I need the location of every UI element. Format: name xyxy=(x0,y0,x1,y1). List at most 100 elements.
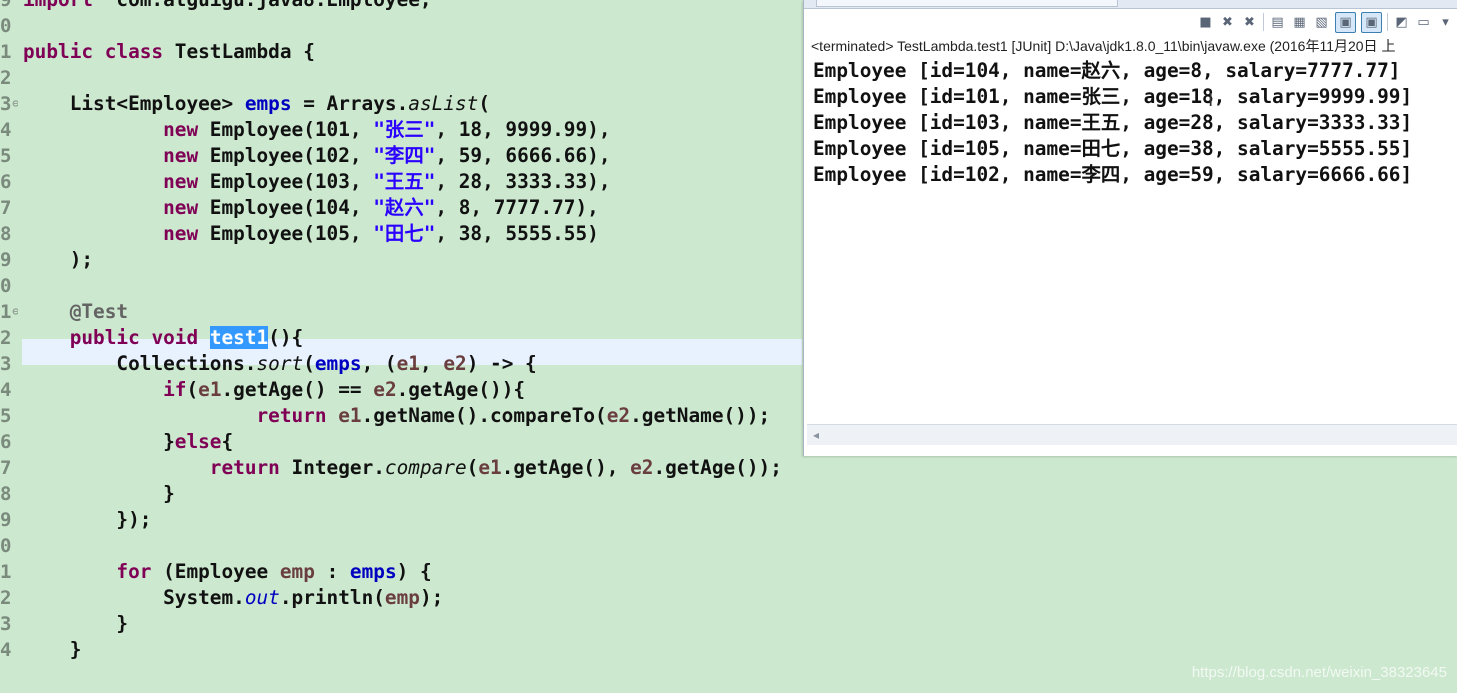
code-token: new xyxy=(163,222,199,245)
pin-console-icon[interactable]: ◩ xyxy=(1393,14,1410,31)
code-token: emps xyxy=(349,560,397,583)
code-token: ); xyxy=(23,248,94,271)
line-number: 5 xyxy=(0,405,12,427)
code-token: sort xyxy=(256,352,304,375)
line-number: 2 xyxy=(0,327,12,349)
line-number: 8 xyxy=(0,483,12,505)
code-token: ) -> { xyxy=(466,352,537,375)
code-line[interactable]: for (Employee emp : emps) { xyxy=(23,559,431,585)
code-token: Employee(104, xyxy=(198,196,374,219)
code-line[interactable]: public class TestLambda { xyxy=(23,39,315,65)
code-token: import xyxy=(23,0,93,11)
code-token: System. xyxy=(23,586,245,609)
show-stderr-icon[interactable]: ▣ xyxy=(1361,11,1382,33)
line-number: 3 xyxy=(0,613,12,635)
scroll-left-icon[interactable]: ◂ xyxy=(813,428,819,442)
line-number: 1 xyxy=(0,561,12,583)
remove-launch-icon[interactable]: ✖ xyxy=(1219,14,1236,31)
code-line[interactable]: @Test xyxy=(23,299,128,325)
code-token: Employee(103, xyxy=(198,170,374,193)
code-line[interactable]: Collections.sort(emps, (e1, e2) -> { xyxy=(23,351,537,377)
remove-all-terminated-icon[interactable]: ✖ xyxy=(1241,14,1258,31)
code-token: e2 xyxy=(443,352,467,375)
code-token: List<Employee> xyxy=(23,92,245,115)
code-token: "赵六" xyxy=(373,196,436,219)
code-line[interactable]: new Employee(103, "王五", 28, 3333.33), xyxy=(23,169,610,195)
line-number: 9 xyxy=(0,509,12,531)
code-line[interactable]: import com.atguigu.java8.Employee; xyxy=(23,0,432,13)
code-line[interactable]: new Employee(102, "李四", 59, 6666.66), xyxy=(23,143,610,169)
fold-toggle-icon[interactable]: ⊖ xyxy=(12,305,18,318)
code-token: out xyxy=(244,586,280,609)
selected-text: test1 xyxy=(209,326,269,349)
terminate-icon[interactable]: ■ xyxy=(1197,14,1214,31)
code-token: TestLambda { xyxy=(163,40,315,63)
code-token: e1 xyxy=(338,404,362,427)
code-line[interactable]: return Integer.compare(e1.getAge(), e2.g… xyxy=(23,455,782,481)
code-line[interactable]: System.out.println(emp); xyxy=(23,585,443,611)
line-number: 3⊖ xyxy=(0,93,18,115)
display-console-icon[interactable]: ▭ xyxy=(1415,14,1432,31)
code-line[interactable]: } xyxy=(23,481,175,507)
code-line[interactable]: new Employee(105, "田七", 38, 5555.55) xyxy=(23,221,599,247)
watermark: https://blog.csdn.net/weixin_38323645 xyxy=(1191,664,1447,681)
line-number: 8 xyxy=(0,223,12,245)
code-token: .getName().compareTo( xyxy=(361,404,607,427)
code-token: = Arrays. xyxy=(291,92,409,115)
code-line[interactable]: return e1.getName().compareTo(e2.getName… xyxy=(23,403,770,429)
code-token: e2 xyxy=(630,456,654,479)
code-line[interactable]: }else{ xyxy=(23,429,233,455)
code-line[interactable]: new Employee(101, "张三", 18, 9999.99), xyxy=(23,117,611,143)
console-view[interactable]: ■ ✖ ✖ ▤ ▦ ▧ ▣ ▣ ◩ ▭ ▾ <terminated> TestLambda.test… xyxy=(803,0,1457,456)
code-line[interactable]: ); xyxy=(23,247,93,273)
word-wrap-icon[interactable]: ▦ xyxy=(1291,14,1308,31)
line-number: 2 xyxy=(0,67,12,89)
code-token: Employee(105, xyxy=(198,222,374,245)
code-token: public xyxy=(23,40,94,63)
code-token: ( xyxy=(186,378,199,401)
code-token: Employee(102, xyxy=(198,144,374,167)
code-line[interactable]: List<Employee> emps = Arrays.asList( xyxy=(23,91,490,117)
code-token: Integer. xyxy=(279,456,385,479)
console-tab[interactable] xyxy=(816,0,1118,7)
code-token: , 18, 9999.99), xyxy=(435,118,611,141)
console-toolbar: ■ ✖ ✖ ▤ ▦ ▧ ▣ ▣ ◩ ▭ ▾ xyxy=(1197,10,1454,34)
code-line[interactable]: public void test1(){ xyxy=(23,325,303,351)
code-token: new xyxy=(163,144,199,167)
code-token: ( xyxy=(478,92,490,115)
fold-toggle-icon[interactable]: ⊖ xyxy=(12,97,18,110)
code-line[interactable]: if(e1.getAge() == e2.getAge()){ xyxy=(23,377,525,403)
code-token: compare xyxy=(384,456,467,479)
line-number: 7 xyxy=(0,457,12,479)
code-token: @Test xyxy=(23,300,129,323)
code-line[interactable]: new Employee(104, "赵六", 8, 7777.77), xyxy=(23,195,599,221)
code-line[interactable]: } xyxy=(23,611,128,637)
view-tab-strip[interactable] xyxy=(804,0,1457,9)
code-token: if xyxy=(163,378,187,401)
code-token: emps xyxy=(244,92,292,115)
code-token: public xyxy=(69,326,140,349)
show-console-output-icon[interactable]: ▧ xyxy=(1313,14,1330,31)
code-token: , 8, 7777.77), xyxy=(435,196,599,219)
code-token: } xyxy=(23,430,175,453)
view-menu-icon[interactable]: ▾ xyxy=(1437,14,1454,31)
code-token: new xyxy=(163,170,199,193)
code-line[interactable]: }); xyxy=(23,507,151,533)
console-output-line: Employee [id=105, name=田七, age=38, salar… xyxy=(813,137,1413,160)
code-line[interactable]: } xyxy=(23,637,82,663)
horizontal-scrollbar[interactable]: ◂ xyxy=(807,424,1457,445)
code-token: for xyxy=(116,560,152,583)
line-number: 0 xyxy=(0,535,12,557)
console-output-line: Employee [id=101, name=张三, age=18, salar… xyxy=(813,85,1413,108)
code-token: } xyxy=(23,482,175,505)
toolbar-separator xyxy=(1387,13,1388,31)
show-stdout-icon[interactable]: ▣ xyxy=(1335,11,1356,33)
scroll-lock-icon[interactable]: ▤ xyxy=(1269,14,1286,31)
